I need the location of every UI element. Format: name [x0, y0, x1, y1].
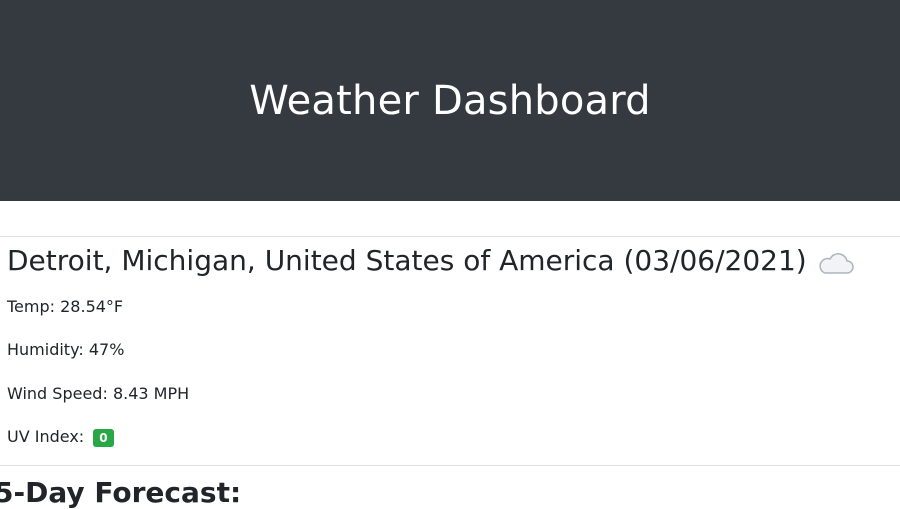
current-city-heading: Detroit, Michigan, United States of Amer… [7, 244, 855, 277]
page-header: Weather Dashboard [0, 0, 900, 201]
humidity-row: Humidity: 47% [7, 340, 124, 359]
current-weather-card: Detroit, Michigan, United States of Amer… [0, 236, 900, 466]
humidity-label: Humidity: [7, 340, 89, 359]
forecast-heading: 5-Day Forecast: [0, 476, 242, 509]
page-title: Weather Dashboard [249, 77, 651, 124]
uv-label: UV Index: [7, 427, 90, 446]
wind-value: 8.43 MPH [112, 384, 190, 403]
wind-label: Wind Speed: [7, 384, 113, 403]
uv-index-badge: 0 [93, 428, 114, 447]
uv-row: UV Index: 0 [7, 427, 114, 447]
temp-label: Temp: [7, 297, 61, 316]
wind-row: Wind Speed: 8.43 MPH [7, 384, 189, 403]
cloud-icon [817, 249, 855, 274]
temp-value: 28.54°F [60, 297, 124, 316]
temp-row: Temp: 28.54°F [7, 297, 123, 316]
humidity-value: 47% [88, 340, 125, 359]
city-date-text: Detroit, Michigan, United States of Amer… [7, 244, 807, 277]
